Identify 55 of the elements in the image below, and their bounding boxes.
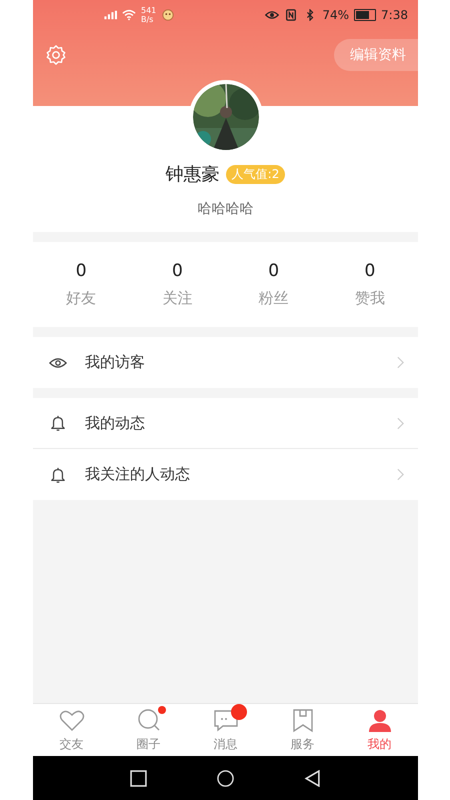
chevron-icon: [397, 416, 404, 430]
stat-item[interactable]: 0 粉丝: [226, 242, 322, 327]
tab-label: 交友: [60, 736, 84, 752]
person-icon: [366, 708, 392, 734]
chat-icon: [212, 708, 238, 734]
stat-count: 0: [172, 261, 183, 281]
tab-label: 我的: [368, 736, 392, 752]
stat-label: 关注: [162, 289, 192, 308]
tab[interactable]: 我的: [341, 704, 418, 756]
notification-dot: [230, 704, 246, 720]
battery-percent: 74%: [322, 8, 350, 22]
battery-icon: [354, 9, 376, 21]
nfc-icon: [284, 9, 298, 21]
network-speed-unit: B/s: [141, 15, 154, 24]
stat-label: 赞我: [354, 289, 385, 308]
menu-label: 我的动态: [85, 414, 146, 432]
heart-icon: [58, 708, 84, 734]
stat-count: 0: [364, 261, 376, 281]
chevron-icon: [397, 356, 404, 369]
menu-item[interactable]: 我的动态: [33, 398, 418, 449]
bell-icon: [49, 466, 67, 482]
settings-icon[interactable]: [45, 44, 67, 66]
menu-label: 我关注的人动态: [85, 465, 191, 484]
stat-label: 粉丝: [258, 289, 289, 308]
user-bio: 哈哈哈哈: [198, 200, 254, 218]
tab[interactable]: 交友: [33, 704, 110, 756]
chevron-icon: [397, 468, 404, 481]
recent-apps-icon[interactable]: [130, 770, 147, 786]
notification-dot: [158, 706, 166, 714]
clock: 7:38: [381, 8, 408, 22]
signal-icon: [103, 9, 117, 21]
wifi-icon: [122, 9, 136, 21]
menu-item[interactable]: 我关注的人动态: [33, 449, 418, 500]
bell-icon: [49, 415, 67, 431]
menu-label: 我的访客: [85, 353, 146, 372]
tab[interactable]: 服务: [264, 704, 341, 756]
stat-item[interactable]: 0 关注: [129, 242, 226, 327]
tab-label: 服务: [290, 736, 314, 752]
tab[interactable]: 圈子: [110, 704, 187, 756]
popularity-badge: 人气值:2: [226, 164, 286, 184]
face-icon: [161, 9, 176, 21]
tab-label: 圈子: [136, 736, 160, 752]
tab[interactable]: 消息: [187, 704, 264, 756]
stat-count: 0: [268, 261, 280, 281]
stat-label: 好友: [66, 289, 96, 308]
network-speed: 541: [141, 6, 156, 15]
stat-item[interactable]: 0 好友: [33, 242, 130, 327]
stat-item[interactable]: 0 赞我: [322, 242, 418, 327]
home-icon[interactable]: [217, 770, 234, 786]
back-icon[interactable]: [304, 770, 321, 786]
user-name: 钟惠豪: [166, 163, 220, 186]
eye-icon: [265, 9, 280, 21]
menu-item[interactable]: 我的访客: [33, 337, 418, 388]
tab-label: 消息: [214, 736, 238, 752]
stat-count: 0: [76, 261, 87, 281]
